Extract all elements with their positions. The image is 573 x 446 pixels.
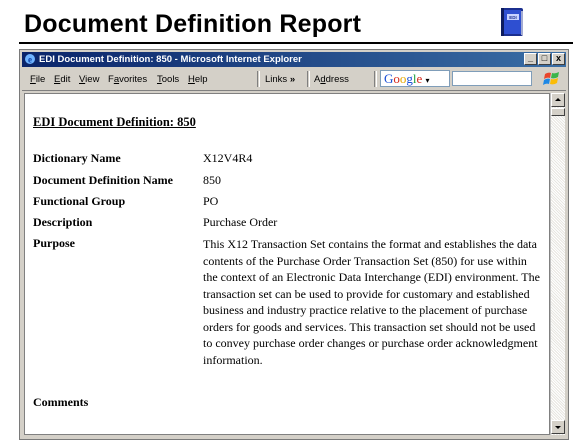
scroll-down-button[interactable]: [551, 420, 565, 434]
vertical-scrollbar[interactable]: [550, 93, 565, 435]
edi-book-icon: EDI: [501, 8, 524, 36]
scrollbar-thumb[interactable]: [551, 108, 565, 116]
close-button[interactable]: x: [552, 53, 565, 65]
menu-favorites[interactable]: Favorites: [108, 74, 147, 85]
chevron-down-icon: ▾: [425, 76, 430, 85]
title-rule: [19, 42, 573, 44]
scroll-up-button[interactable]: [551, 93, 565, 107]
slide-title: Document Definition Report: [24, 10, 362, 38]
windows-logo-icon: [543, 72, 559, 85]
field-value: 850: [203, 173, 221, 187]
menu-tools[interactable]: Tools: [157, 74, 179, 85]
links-button[interactable]: Links »: [265, 74, 295, 85]
menu-help[interactable]: Help: [188, 74, 208, 85]
google-search-input[interactable]: [452, 71, 532, 86]
toolbar-separator: [307, 71, 310, 87]
field-label: Document Definition Name: [33, 173, 173, 187]
menu-edit[interactable]: Edit: [54, 74, 70, 85]
menu-view[interactable]: View: [79, 74, 99, 85]
field-label: Functional Group: [33, 194, 126, 208]
arrow-up-icon: [555, 98, 561, 101]
minimize-button[interactable]: _: [524, 53, 537, 65]
field-label: Description: [33, 215, 93, 229]
window-titlebar[interactable]: e EDI Document Definition: 850 - Microso…: [22, 52, 566, 67]
purpose-text: This X12 Transaction Set contains the fo…: [203, 237, 540, 367]
google-toolbar-button[interactable]: Google ▾: [380, 70, 450, 87]
toolbar-separator: [257, 71, 260, 87]
menu-bar: File Edit View Favorites Tools Help Link…: [22, 68, 566, 91]
document-heading: EDI Document Definition: 850: [33, 115, 196, 129]
svg-text:EDI: EDI: [509, 15, 517, 20]
internet-explorer-icon: e: [25, 54, 35, 65]
maximize-button[interactable]: □: [538, 53, 551, 65]
field-value: PO: [203, 194, 219, 208]
menu-file[interactable]: File: [30, 74, 45, 85]
field-label: Dictionary Name: [33, 151, 121, 165]
field-value: X12V4R4: [203, 151, 253, 165]
field-label: Purpose: [33, 236, 75, 250]
field-label: Comments: [33, 395, 89, 409]
svg-text:e: e: [28, 55, 32, 65]
window-title: EDI Document Definition: 850 - Microsoft…: [39, 54, 302, 65]
address-label[interactable]: Address: [314, 74, 349, 85]
field-value: Purchase Order: [203, 215, 278, 229]
toolbar-separator: [374, 71, 377, 87]
arrow-down-icon: [555, 426, 561, 429]
